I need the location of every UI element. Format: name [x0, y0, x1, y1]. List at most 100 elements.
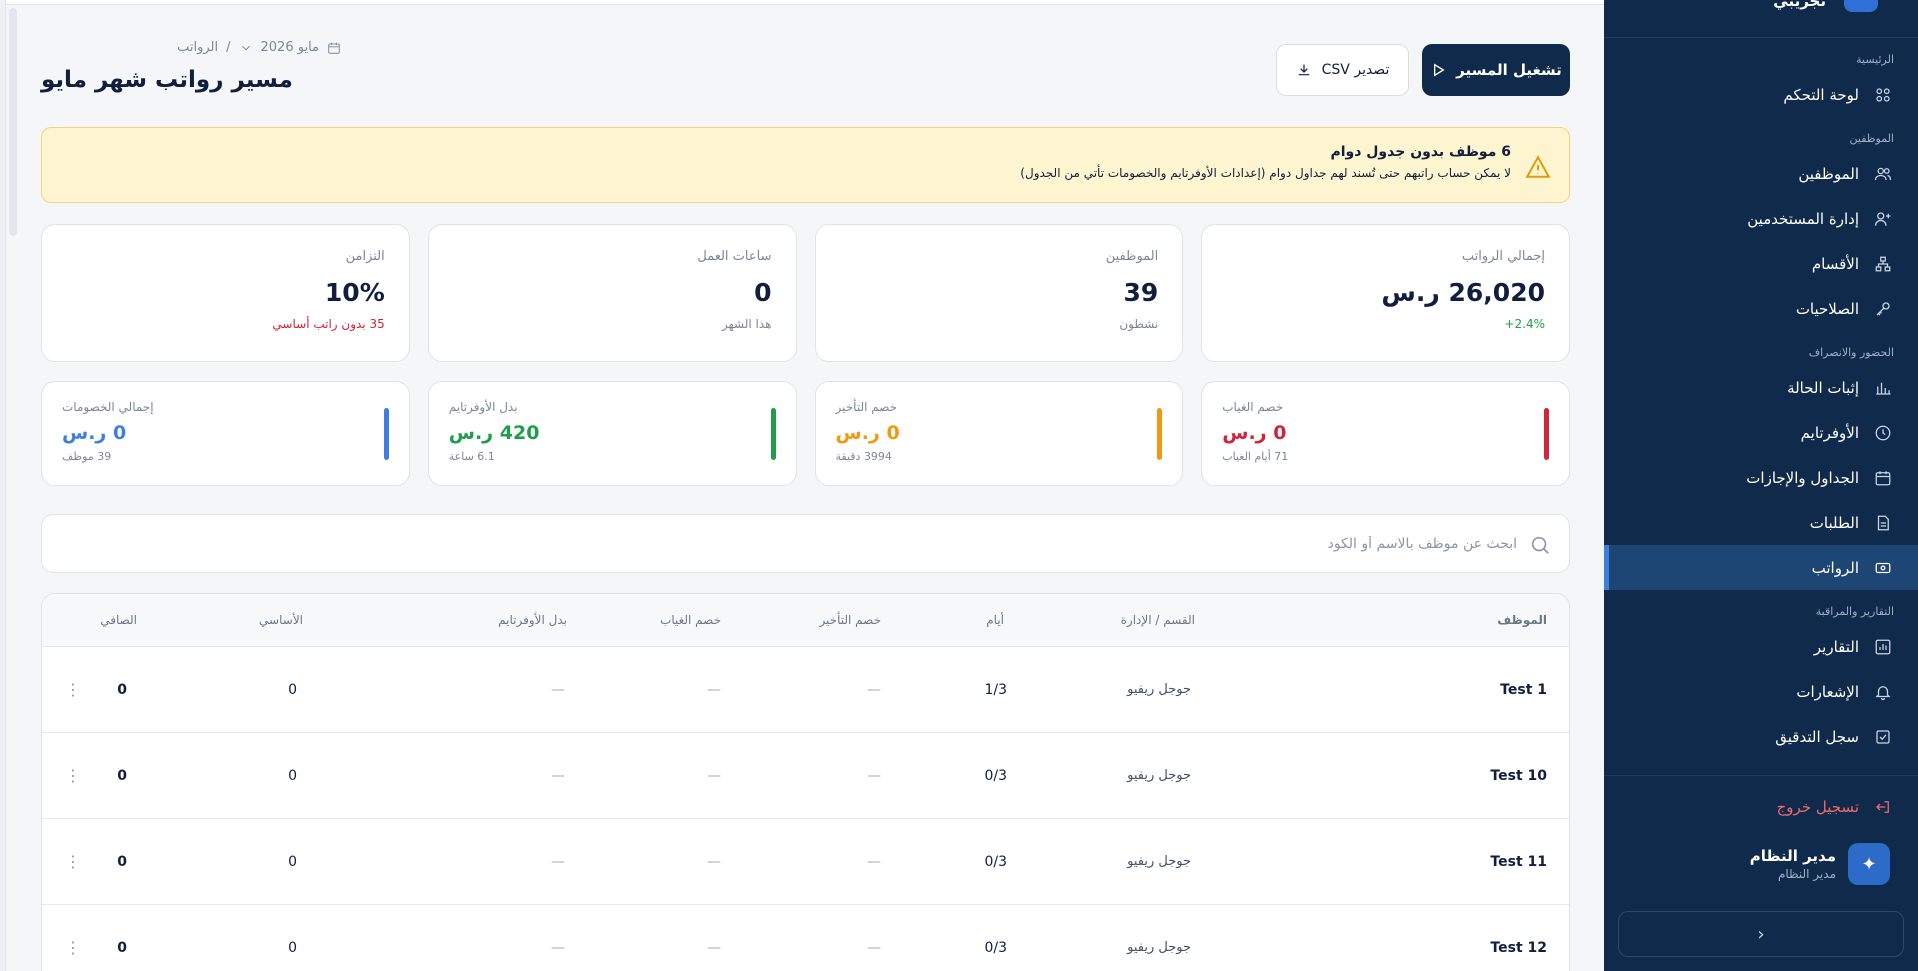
cell-late: — [867, 940, 881, 956]
scrollbar[interactable] [9, 8, 17, 236]
sidebar-divider [1604, 775, 1918, 776]
user-name: مدير النظام [1749, 847, 1836, 865]
alert-message: لا يمكن حساب راتبهم حتى تُسند لهم جداول … [1020, 166, 1511, 180]
cell-dept: جوجل ريفيو [1127, 682, 1191, 697]
sidebar-item-label: سجل التدقيق [1775, 727, 1859, 746]
cell-employee: Test 12 [1490, 940, 1547, 956]
main-content: تشغيل المسير تصدير CSV الرواتب / مايو 20… [5, 0, 1605, 971]
table-row[interactable]: Test 12 جوجل ريفيو 0/3 — — — 0 0 ⋮ [42, 904, 1569, 971]
sidebar-header: تجريبي [1604, 0, 1918, 38]
cell-absence: — [707, 854, 721, 870]
sidebar-item-permissions[interactable]: الصلاحيات [1604, 286, 1918, 331]
sidebar-item-reports[interactable]: التقارير [1604, 624, 1918, 669]
col-employee[interactable]: الموظف [1497, 594, 1547, 646]
search-input[interactable] [117, 527, 1517, 561]
checkbox-icon [1873, 727, 1893, 747]
missing-schedule-alert: 6 موظف بدون جدول دوام لا يمكن حساب راتبه… [41, 127, 1570, 203]
run-payroll-button[interactable]: تشغيل المسير [1422, 44, 1570, 96]
period-selector[interactable]: مايو 2026 [261, 40, 319, 55]
deduction-value: 0 ر.س [62, 422, 127, 444]
stat-work-hours: ساعات العمل 0 هذا الشهر [427, 224, 797, 362]
cell-absence: — [707, 940, 721, 956]
sidebar-item-departments[interactable]: الأقسام [1604, 241, 1918, 286]
row-menu-icon[interactable]: ⋮ [65, 733, 81, 819]
cell-overtime: — [551, 768, 565, 784]
sidebar-item-payroll[interactable]: الرواتب [1604, 545, 1918, 590]
collapse-sidebar-button[interactable]: ‹ [1618, 911, 1904, 957]
logout-button[interactable]: تسجيل خروج [1604, 784, 1918, 829]
cell-employee: Test 1 [1500, 682, 1547, 698]
sidebar-item-requests[interactable]: الطلبات [1604, 500, 1918, 545]
export-csv-button[interactable]: تصدير CSV [1276, 44, 1409, 96]
stat-label: ساعات العمل [697, 249, 772, 264]
deduction-absence: خصم الغياب 0 ر.س 71 أيام الغياب [1201, 381, 1570, 486]
sidebar-item-label: الصلاحيات [1795, 299, 1859, 318]
sidebar-item-overtime[interactable]: الأوفرتايم [1604, 410, 1918, 455]
sidebar-item-notifications[interactable]: الإشعارات [1604, 669, 1918, 714]
stat-value: 26,020 ر.س [1381, 278, 1545, 307]
col-absence[interactable]: خصم الغياب [660, 594, 721, 646]
sidebar-item-dashboard[interactable]: لوحة التحكم [1604, 72, 1918, 117]
stat-label: الموظفين [1105, 249, 1159, 264]
breadcrumb: الرواتب / مايو 2026 [41, 40, 341, 55]
table-row[interactable]: Test 1 جوجل ريفيو 1/3 — — — 0 0 ⋮ [42, 646, 1569, 732]
user-profile[interactable]: ✦ مدير النظام مدير النظام [1604, 829, 1918, 899]
table-row[interactable]: Test 10 جوجل ريفيو 0/3 — — — 0 0 ⋮ [42, 732, 1569, 818]
deduction-label: خصم الغياب [1222, 400, 1284, 414]
cell-days: 1/3 [984, 682, 1007, 698]
deduction-label: إجمالي الخصومات [62, 400, 154, 414]
sidebar-item-status[interactable]: إثبات الحالة [1604, 365, 1918, 410]
section-employees: الموظفين [1849, 132, 1894, 145]
sidebar-item-label: الموظفين [1798, 164, 1859, 183]
sidebar-item-label: الأقسام [1811, 254, 1859, 273]
table-row[interactable]: Test 11 جوجل ريفيو 0/3 — — — 0 0 ⋮ [42, 818, 1569, 904]
chevron-left-icon: ‹ [1757, 923, 1765, 945]
deduction-value: 420 ر.س [448, 422, 540, 444]
play-icon [1434, 63, 1445, 77]
row-menu-icon[interactable]: ⋮ [65, 647, 81, 733]
sidebar-item-label: الرواتب [1811, 558, 1859, 577]
cell-overtime: — [551, 682, 565, 698]
row-menu-icon[interactable]: ⋮ [65, 905, 81, 971]
cell-employee: Test 10 [1490, 768, 1547, 784]
col-basic[interactable]: الأساسي [259, 594, 303, 646]
sidebar-item-audit[interactable]: سجل التدقيق [1604, 714, 1918, 759]
cell-overtime: — [551, 854, 565, 870]
color-bar [1157, 408, 1163, 460]
cell-basic: 0 [288, 682, 297, 698]
cell-days: 0/3 [984, 940, 1007, 956]
chevron-down-icon[interactable] [239, 41, 253, 55]
deduction-label: خصم التأخير [835, 400, 898, 414]
sidebar-item-schedules[interactable]: الجداول والإجازات [1604, 455, 1918, 500]
deduction-overtime: بدل الأوفرتايم 420 ر.س 6.1 ساعة [427, 381, 797, 486]
cell-dept: جوجل ريفيو [1127, 768, 1191, 783]
cell-absence: — [707, 768, 721, 784]
deduction-value: 0 ر.س [835, 422, 900, 444]
col-late[interactable]: خصم التأخير [819, 594, 881, 646]
color-bar [383, 408, 389, 460]
section-attendance: الحضور والانصراف [1808, 346, 1894, 359]
sidebar-item-users[interactable]: إدارة المستخدمين [1604, 196, 1918, 241]
brand-logo [1844, 0, 1878, 12]
avatar: ✦ [1848, 843, 1890, 885]
breadcrumb-root[interactable]: الرواتب [177, 40, 218, 55]
report-icon [1873, 637, 1893, 657]
row-menu-icon[interactable]: ⋮ [65, 819, 81, 905]
col-dept[interactable]: القسم / الإدارة [1121, 594, 1195, 646]
key-icon [1873, 299, 1893, 319]
sidebar-item-label: الإشعارات [1796, 682, 1859, 701]
col-overtime[interactable]: بدل الأوفرتايم [498, 594, 567, 646]
sidebar-item-employees[interactable]: الموظفين [1604, 151, 1918, 196]
cell-overtime: — [551, 940, 565, 956]
deduction-late: خصم التأخير 0 ر.س 3994 دقيقة [814, 381, 1184, 486]
warning-icon [1525, 154, 1551, 180]
cell-net: 0 [117, 682, 127, 698]
stat-sub: 2.4%+ [1504, 317, 1545, 331]
col-days[interactable]: أيام [986, 594, 1004, 646]
cell-late: — [867, 854, 881, 870]
clock-icon [1873, 423, 1893, 443]
cell-basic: 0 [288, 768, 297, 784]
col-net[interactable]: الصافي [100, 594, 137, 646]
cell-days: 0/3 [984, 768, 1007, 784]
search-icon [1531, 536, 1549, 554]
